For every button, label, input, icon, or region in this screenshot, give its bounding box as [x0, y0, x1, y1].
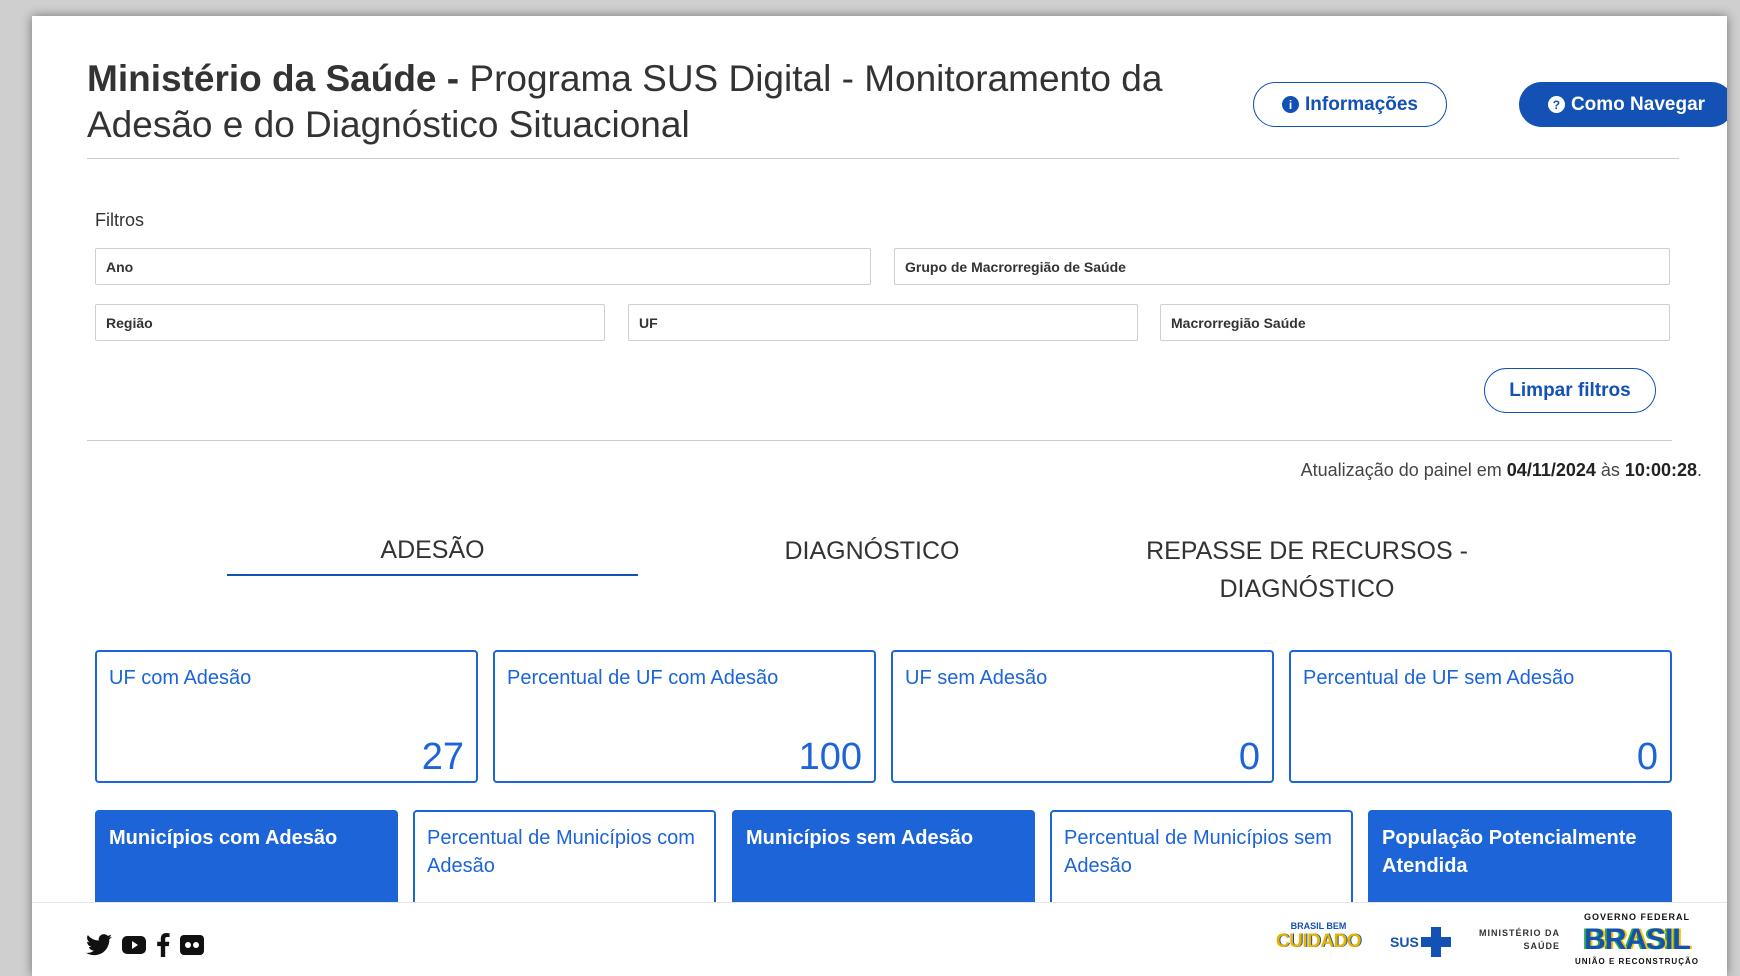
page-title-bold: Ministério da Saúde - [87, 58, 460, 99]
filter-grupo-macrorregiao[interactable]: Grupo de Macrorregião de Saúde [894, 248, 1670, 285]
logo-ministerio-line1: MINISTÉRIO DA [1478, 928, 1560, 938]
info-icon: i [1282, 96, 1299, 113]
card-label: Percentual de Municípios sem Adesão [1064, 827, 1332, 877]
card-label: Municípios com Adesão [109, 827, 338, 849]
brasil-bem-cuidado-logo: BRASIL BEM CUIDADO [1266, 921, 1371, 965]
card-label: UF sem Adesão [905, 667, 1048, 689]
card-value: 100 [798, 736, 862, 778]
question-icon: ? [1547, 96, 1565, 113]
logo-gov-bottom: UNIÃO E RECONSTRUÇÃO [1574, 957, 1699, 966]
logo-sus-text: SUS [1390, 934, 1419, 950]
card-label: Percentual de UF sem Adesão [1303, 667, 1575, 689]
card-percentual-uf-com-adesao: Percentual de UF com Adesão 100 [493, 650, 876, 783]
filter-ano-label: Ano [106, 259, 134, 275]
update-prefix: Atualização do painel em [1300, 460, 1507, 480]
como-navegar-label: Como Navegar [1570, 93, 1706, 115]
update-suffix: . [1696, 460, 1702, 480]
informacoes-button[interactable]: i Informações [1253, 82, 1447, 127]
flickr-icon[interactable] [180, 935, 204, 960]
informacoes-label: Informações [1305, 93, 1418, 115]
sus-cross-icon [1420, 927, 1451, 957]
filter-regiao-label: Região [106, 315, 153, 331]
logo-gov-top: GOVERNO FEDERAL [1583, 912, 1690, 922]
tab-diagnostico[interactable]: DIAGNÓSTICO [672, 532, 1072, 570]
dashboard-page: Ministério da Saúde - Programa SUS Digit… [32, 16, 1727, 976]
logo-ministerio-line2: SAÚDE [1523, 941, 1560, 951]
header-divider [87, 158, 1679, 159]
logo-bbc-main: CUIDADO [1275, 931, 1362, 952]
footer: BRASIL BEM CUIDADO SUS MINISTÉRIO DA SAÚ… [32, 902, 1727, 976]
tab-adesao[interactable]: ADESÃO [227, 531, 638, 569]
tab-adesao-label: ADESÃO [380, 536, 485, 564]
filter-regiao[interactable]: Região [95, 304, 605, 341]
logo-bbc-top: BRASIL BEM [1290, 921, 1347, 931]
update-middle: às [1595, 460, 1625, 480]
filters-divider [87, 440, 1672, 441]
page-title: Ministério da Saúde - Programa SUS Digit… [87, 56, 1262, 148]
limpar-filtros-label: Limpar filtros [1509, 379, 1631, 401]
card-uf-sem-adesao: UF sem Adesão 0 [891, 650, 1274, 783]
logo-gov-main: BRASIL [1584, 923, 1691, 956]
governo-federal-logo: GOVERNO FEDERAL BRASIL UNIÃO E RECONSTRU… [1572, 911, 1702, 973]
como-navegar-button[interactable]: ? Como Navegar [1519, 82, 1727, 127]
active-tab-indicator [227, 574, 638, 576]
update-timestamp: Atualização do painel em 04/11/2024 às 1… [1301, 460, 1702, 481]
card-label: UF com Adesão [109, 667, 252, 689]
card-value: 27 [421, 736, 464, 778]
filter-macrorregiao-saude-label: Macrorregião Saúde [1171, 315, 1306, 331]
sus-logo: SUS [1390, 925, 1452, 959]
filter-uf[interactable]: UF [628, 304, 1138, 341]
youtube-icon[interactable] [122, 936, 146, 959]
filter-uf-label: UF [639, 315, 658, 331]
tab-repasse-recursos[interactable]: REPASSE DE RECURSOS - DIAGNÓSTICO [1132, 532, 1482, 608]
filter-macrorregiao-saude[interactable]: Macrorregião Saúde [1160, 304, 1670, 341]
limpar-filtros-button[interactable]: Limpar filtros [1484, 368, 1656, 413]
header: Ministério da Saúde - Programa SUS Digit… [87, 40, 1727, 160]
facebook-icon[interactable] [156, 933, 170, 962]
update-time: 10:00:28 [1624, 460, 1697, 480]
filters-label: Filtros [95, 210, 144, 230]
tab-repasse-recursos-label: REPASSE DE RECURSOS - DIAGNÓSTICO [1146, 537, 1468, 603]
filter-grupo-macrorregiao-label: Grupo de Macrorregião de Saúde [905, 259, 1126, 275]
filter-ano[interactable]: Ano [95, 248, 871, 285]
twitter-icon[interactable] [86, 934, 112, 961]
card-percentual-uf-sem-adesao: Percentual de UF sem Adesão 0 [1289, 650, 1672, 783]
social-links [86, 933, 204, 962]
card-label: População Potencialmente Atendida [1382, 827, 1637, 877]
card-label: Municípios sem Adesão [746, 827, 974, 849]
card-value: 0 [1238, 736, 1260, 778]
ministerio-saude-logo: MINISTÉRIO DA SAÚDE [1470, 927, 1560, 953]
tab-diagnostico-label: DIAGNÓSTICO [784, 537, 960, 565]
card-label: Percentual de Municípios com Adesão [427, 827, 695, 877]
card-value: 0 [1636, 736, 1658, 778]
card-uf-com-adesao: UF com Adesão 27 [95, 650, 478, 783]
card-label: Percentual de UF com Adesão [507, 667, 779, 689]
update-date: 04/11/2024 [1506, 460, 1596, 480]
